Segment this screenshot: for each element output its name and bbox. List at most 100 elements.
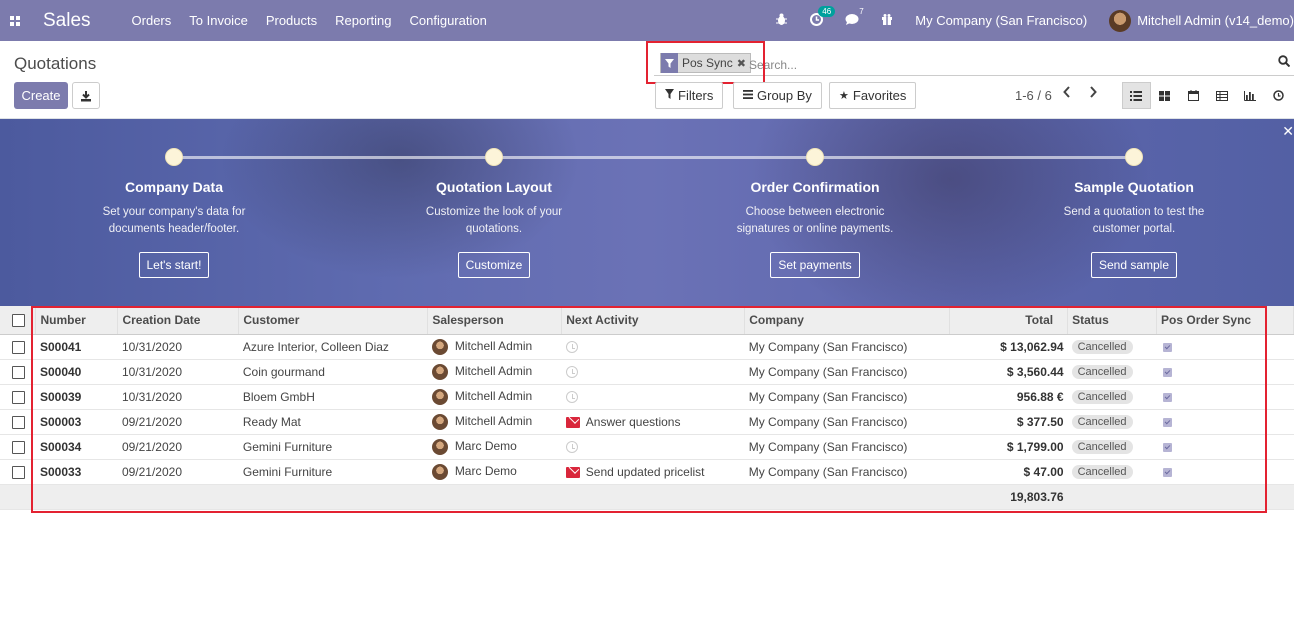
clock-icon[interactable] bbox=[565, 341, 578, 354]
step-title: Sample Quotation bbox=[1074, 179, 1194, 195]
customer: Azure Interior, Colleen Diaz bbox=[238, 334, 428, 360]
clock-icon[interactable] bbox=[565, 391, 578, 404]
chat-icon[interactable]: 7 bbox=[845, 7, 864, 29]
salesperson-cell: Marc Demo bbox=[427, 459, 562, 485]
lets-start-button[interactable]: Let's start! bbox=[138, 252, 210, 278]
total: 956.88 € bbox=[949, 384, 1068, 410]
search-icon[interactable] bbox=[1278, 55, 1291, 70]
control-panel: Quotations Create Pos Sync ✖ Filters Gro… bbox=[0, 41, 1294, 119]
download-icon bbox=[81, 90, 91, 101]
column-status[interactable]: Status bbox=[1067, 306, 1158, 335]
set-payments-button[interactable]: Set payments bbox=[770, 252, 860, 278]
company: My Company (San Francisco) bbox=[744, 384, 950, 410]
table-row[interactable]: S00034 09/21/2020 Gemini Furniture Marc … bbox=[0, 434, 1294, 460]
table-row[interactable]: S00041 10/31/2020 Azure Interior, Collee… bbox=[0, 334, 1294, 360]
column-next-activity[interactable]: Next Activity bbox=[561, 306, 746, 335]
row-checkbox[interactable] bbox=[0, 384, 36, 410]
table-row[interactable]: S00003 09/21/2020 Ready Mat Mitchell Adm… bbox=[0, 409, 1294, 435]
creation-date: 09/21/2020 bbox=[117, 434, 239, 460]
close-banner-icon[interactable]: ✕ bbox=[1282, 123, 1294, 140]
step-description: Send a quotation to test the customer po… bbox=[1063, 206, 1205, 235]
activity-view-icon[interactable] bbox=[1265, 82, 1294, 109]
pos-sync-cell bbox=[1156, 409, 1294, 435]
pivot-view-icon[interactable] bbox=[1208, 82, 1237, 109]
pager-next-icon[interactable] bbox=[1089, 85, 1097, 101]
checkbox-checked-icon bbox=[1162, 342, 1172, 352]
filters-label: Filters bbox=[678, 88, 714, 103]
row-checkbox[interactable] bbox=[0, 459, 36, 485]
graph-view-icon[interactable] bbox=[1236, 82, 1265, 109]
column-total[interactable]: Total bbox=[949, 306, 1069, 335]
avatar bbox=[431, 338, 448, 355]
pager-previous-icon[interactable] bbox=[1063, 85, 1071, 101]
activity-clock-icon[interactable]: 46 bbox=[810, 5, 836, 29]
next-activity-cell[interactable] bbox=[561, 384, 745, 410]
select-all-checkbox[interactable] bbox=[0, 306, 37, 335]
company: My Company (San Francisco) bbox=[744, 359, 950, 385]
avatar bbox=[431, 438, 448, 455]
page-title: Quotations bbox=[14, 54, 97, 73]
search-input[interactable] bbox=[749, 56, 1269, 73]
column-salesperson[interactable]: Salesperson bbox=[427, 306, 563, 335]
column-customer[interactable]: Customer bbox=[238, 306, 429, 335]
salesperson: Mitchell Admin bbox=[454, 363, 533, 378]
favorites-dropdown[interactable]: ★ Favorites bbox=[829, 82, 917, 109]
table-footer-row: 19,803.76 bbox=[0, 484, 1294, 510]
next-activity-cell[interactable] bbox=[561, 334, 745, 360]
apps-menu-icon[interactable] bbox=[0, 0, 30, 41]
customer: Gemini Furniture bbox=[238, 434, 428, 460]
filters-dropdown[interactable]: Filters bbox=[655, 82, 724, 109]
next-activity-cell[interactable]: Send updated pricelist bbox=[561, 459, 745, 485]
user-avatar[interactable] bbox=[1109, 9, 1132, 32]
create-button[interactable]: Create bbox=[14, 82, 68, 109]
clock-icon[interactable] bbox=[565, 366, 578, 379]
download-button[interactable] bbox=[72, 82, 100, 109]
next-activity-cell[interactable] bbox=[561, 434, 745, 460]
customize-button[interactable]: Customize bbox=[457, 252, 531, 278]
quotations-list: Number Creation Date Customer Salesperso… bbox=[0, 306, 1294, 510]
send-sample-button[interactable]: Send sample bbox=[1090, 252, 1178, 278]
calendar-view-icon[interactable] bbox=[1179, 82, 1208, 109]
group-by-label: Group By bbox=[757, 88, 812, 103]
bug-icon[interactable] bbox=[775, 13, 788, 29]
step-dot-quotation-layout bbox=[485, 148, 503, 166]
column-pos-order-sync[interactable]: Pos Order Sync bbox=[1156, 306, 1294, 335]
user-menu[interactable]: Mitchell Admin (v14_demo) bbox=[1137, 13, 1294, 28]
row-checkbox[interactable] bbox=[0, 359, 36, 385]
column-creation-date[interactable]: Creation Date bbox=[117, 306, 240, 335]
menu-reporting[interactable]: Reporting bbox=[335, 13, 391, 28]
column-company[interactable]: Company bbox=[744, 306, 951, 335]
company-switcher[interactable]: My Company (San Francisco) bbox=[915, 13, 1087, 28]
pager-value[interactable]: 1-6 / 6 bbox=[1015, 88, 1052, 103]
next-activity-cell[interactable]: Answer questions bbox=[561, 409, 745, 435]
menu-products[interactable]: Products bbox=[266, 13, 317, 28]
step-order-confirmation: Order Confirmation Choose between electr… bbox=[665, 179, 965, 278]
kanban-view-icon[interactable] bbox=[1151, 82, 1180, 109]
app-brand[interactable]: Sales bbox=[43, 10, 91, 32]
checkbox-checked-icon bbox=[1162, 467, 1172, 477]
progress-line bbox=[174, 156, 1134, 159]
table-row[interactable]: S00033 09/21/2020 Gemini Furniture Marc … bbox=[0, 459, 1294, 485]
group-by-dropdown[interactable]: Group By bbox=[733, 82, 822, 109]
row-checkbox[interactable] bbox=[0, 409, 36, 435]
next-activity-cell[interactable] bbox=[561, 359, 745, 385]
table-row[interactable]: S00040 10/31/2020 Coin gourmand Mitchell… bbox=[0, 359, 1294, 385]
favorites-label: Favorites bbox=[852, 88, 907, 103]
row-checkbox[interactable] bbox=[0, 334, 36, 360]
avatar bbox=[431, 463, 448, 480]
row-checkbox[interactable] bbox=[0, 434, 36, 460]
customer: Ready Mat bbox=[238, 409, 428, 435]
email-icon[interactable] bbox=[565, 416, 580, 428]
menu-configuration[interactable]: Configuration bbox=[410, 13, 487, 28]
gift-icon[interactable] bbox=[881, 13, 893, 29]
menu-to-invoice[interactable]: To Invoice bbox=[189, 13, 248, 28]
creation-date: 09/21/2020 bbox=[117, 459, 239, 485]
email-icon[interactable] bbox=[565, 466, 580, 478]
column-number[interactable]: Number bbox=[35, 306, 119, 335]
menu-orders[interactable]: Orders bbox=[132, 13, 172, 28]
clock-icon[interactable] bbox=[565, 441, 578, 454]
step-company-data: Company Data Set your company's data for… bbox=[24, 179, 324, 278]
table-row[interactable]: S00039 10/31/2020 Bloem GmbH Mitchell Ad… bbox=[0, 384, 1294, 410]
checkbox-checked-icon bbox=[1162, 367, 1172, 377]
list-view-icon[interactable] bbox=[1122, 82, 1151, 109]
